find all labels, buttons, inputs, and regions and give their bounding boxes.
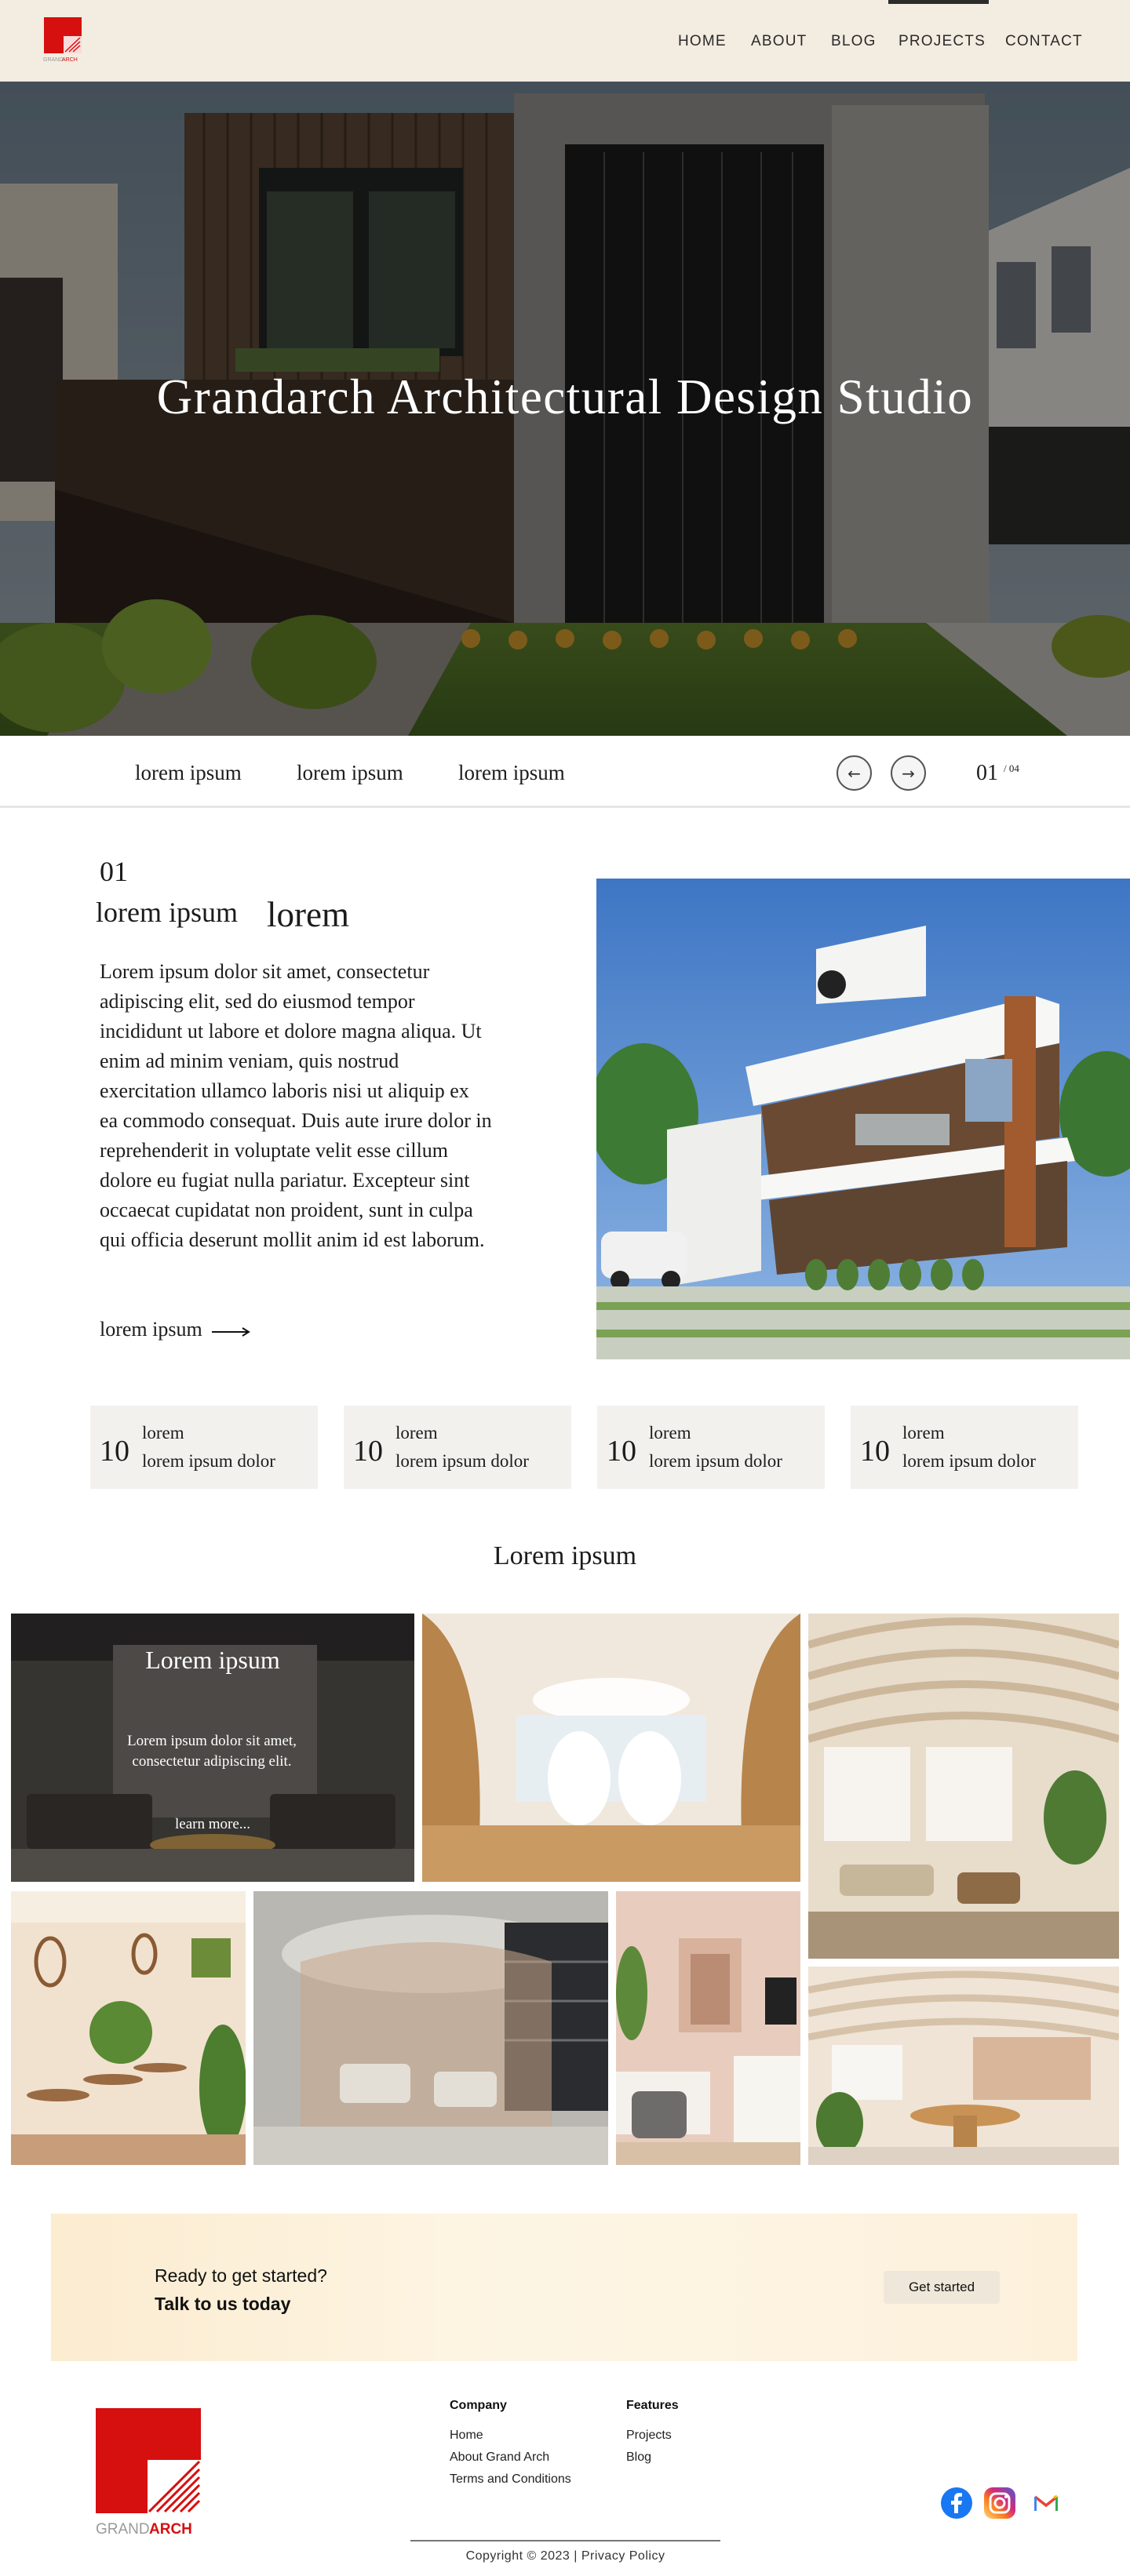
footer-link-projects[interactable]: Projects [626,2429,672,2443]
tab-3[interactable]: lorem ipsum [458,761,565,785]
gallery-title: Lorem ipsum [493,1541,637,1570]
footer-link-terms[interactable]: Terms and Conditions [450,2472,571,2487]
footer-company-heading: Company [450,2399,507,2412]
stat-label: lorem [142,1423,184,1443]
intro-heading-a: lorem ipsum [96,897,238,928]
get-started-button[interactable]: Get started [884,2271,1000,2304]
prev-slide-button[interactable]: ← [837,755,872,791]
arrow-right-icon[interactable] [212,1327,251,1337]
gallery-tile-cafe[interactable] [11,1891,246,2165]
stat-caption: lorem ipsum dolor [649,1451,782,1471]
stat-number: 10 [607,1435,636,1468]
nav-blog[interactable]: BLOG [831,33,877,50]
stat-card: 10 lorem lorem ipsum dolor [344,1406,571,1489]
logo-text-grand: GRAND [43,57,63,63]
nav-home[interactable]: HOME [678,33,727,50]
arrow-right-icon: → [902,763,915,783]
nav-contact[interactable]: CONTACT [1005,33,1083,50]
stat-card: 10 lorem lorem ipsum dolor [597,1406,825,1489]
tab-2[interactable]: lorem ipsum [297,761,403,785]
intro-link[interactable]: lorem ipsum [100,1318,202,1341]
facebook-icon[interactable] [940,2487,973,2520]
stat-number: 10 [353,1435,383,1468]
stat-number: 10 [860,1435,890,1468]
gallery-overlay-text: Lorem ipsum dolor sit amet, consectetur … [127,1733,297,1770]
featured-house-photo [596,879,1130,1359]
gallery-tile-hall[interactable] [422,1614,800,1882]
hero-title: Grandarch Architectural Design Studio [156,369,974,424]
slide-counter-total: / 04 [1004,762,1019,774]
footer-brand-logo[interactable]: GRAND ARCH [94,2407,204,2540]
gallery-overlay-title: Lorem ipsum [145,1646,280,1674]
gallery-tile-library[interactable] [253,1891,608,2165]
intro-heading-b: lorem [267,895,349,934]
cta-subheading: Talk to us today [155,2294,291,2314]
stat-label: lorem [396,1423,438,1443]
footer-divider [410,2540,720,2541]
stat-label: lorem [649,1423,691,1443]
gallery-tile-kitchen[interactable] [616,1891,800,2165]
stat-label: lorem [902,1423,945,1443]
footer-link-home[interactable]: Home [450,2429,483,2443]
next-slide-button[interactable]: → [891,755,926,791]
gallery-tile-office[interactable] [808,1967,1119,2165]
stat-card: 10 lorem lorem ipsum dolor [851,1406,1078,1489]
footer-link-about[interactable]: About Grand Arch [450,2450,549,2465]
stat-number: 10 [100,1435,129,1468]
footer-link-blog[interactable]: Blog [626,2450,651,2465]
footer-features-heading: Features [626,2399,679,2412]
brand-logo[interactable]: GRAND ARCH [43,17,82,63]
stat-card: 10 lorem lorem ipsum dolor [90,1406,318,1489]
arrow-left-icon: ← [848,763,861,783]
tab-1[interactable]: lorem ipsum [135,761,242,785]
instagram-icon[interactable] [983,2487,1016,2520]
gmail-icon[interactable] [1030,2487,1063,2520]
footer-logo-text-grand: GRAND [96,2521,150,2538]
intro-number: 01 [100,856,128,887]
footer-logo-text-arch: ARCH [149,2521,192,2538]
learn-more-link[interactable]: learn more... [11,1816,414,1833]
nav-active-indicator [888,0,989,4]
slide-counter-current: 01 [976,761,998,785]
cta-heading: Ready to get started? [155,2265,327,2286]
nav-about[interactable]: ABOUT [751,33,807,50]
nav-projects[interactable]: PROJECTS [899,33,986,50]
logo-text-arch: ARCH [62,57,78,63]
stat-caption: lorem ipsum dolor [902,1451,1036,1471]
intro-paragraph: Lorem ipsum dolor sit amet, consectetur … [100,960,492,1251]
stat-caption: lorem ipsum dolor [142,1451,275,1471]
gallery-tile-ribbed-lounge[interactable] [808,1614,1119,1959]
copyright-text[interactable]: Copyright © 2023 | Privacy Policy [410,2549,720,2563]
stat-caption: lorem ipsum dolor [396,1451,529,1471]
